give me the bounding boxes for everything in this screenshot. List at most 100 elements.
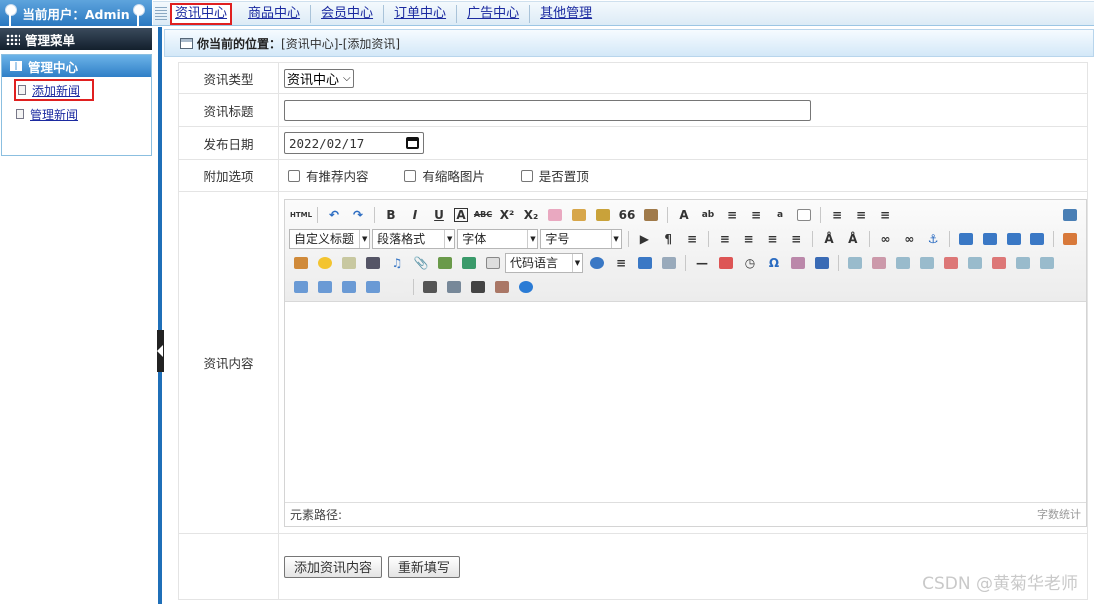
undo-icon[interactable]: ↶ (325, 206, 343, 224)
code-language-combo[interactable]: 代码语言 ▼ (505, 252, 583, 273)
scrawl-icon[interactable] (340, 254, 358, 272)
merge-down-icon[interactable] (292, 278, 310, 296)
delete-column-icon[interactable] (990, 254, 1008, 272)
nav-goods-center[interactable]: 商品中心 (238, 4, 312, 23)
image-none-icon[interactable] (957, 230, 975, 248)
calendar-icon[interactable] (406, 137, 419, 149)
split-rows-icon[interactable] (340, 278, 358, 296)
html-source-icon[interactable]: HTML (290, 206, 312, 224)
font-border-icon[interactable]: A (454, 207, 468, 222)
nav-news-center[interactable]: 资讯中心 (170, 2, 233, 25)
sidebar-item-label[interactable]: 添加新闻 (32, 82, 80, 99)
frame-icon[interactable] (484, 254, 502, 272)
clear-document-icon[interactable] (795, 206, 813, 224)
date-icon[interactable] (717, 254, 735, 272)
insert-row-icon[interactable] (918, 254, 936, 272)
strikethrough-icon[interactable]: ABC (474, 206, 492, 224)
align-left-icon[interactable]: ≡ (716, 230, 734, 248)
split-columns-icon[interactable] (364, 278, 382, 296)
date-input[interactable]: 2022/02/17 (284, 132, 424, 154)
blockquote-icon[interactable]: 66 (618, 206, 636, 224)
background-icon[interactable] (636, 254, 654, 272)
unordered-list-icon[interactable]: ≡ (747, 206, 765, 224)
font-color-icon[interactable]: A (675, 206, 693, 224)
background-color-icon[interactable]: ab (699, 206, 717, 224)
subscript-icon[interactable]: X₂ (522, 206, 540, 224)
image-center-icon[interactable] (1028, 230, 1046, 248)
underline-icon[interactable]: U (430, 206, 448, 224)
web-icon[interactable] (588, 254, 606, 272)
insert-table-icon[interactable] (846, 254, 864, 272)
nav-other-management[interactable]: 其他管理 (530, 5, 602, 23)
uppercase-icon[interactable]: Å (820, 230, 838, 248)
collapse-arrow-icon[interactable] (157, 330, 164, 372)
insert-column-icon[interactable] (966, 254, 984, 272)
help-icon[interactable] (517, 278, 535, 296)
link-icon[interactable]: ∞ (877, 230, 895, 248)
nav-ad-center[interactable]: 广告中心 (457, 4, 531, 23)
sidebar-item-add-news[interactable]: 添加新闻 (14, 79, 94, 101)
paragraph-format-combo[interactable]: 段落格式 ▼ (372, 228, 456, 249)
paragraph-spacing-bottom-icon[interactable]: ≡ (852, 206, 870, 224)
image-left-icon[interactable] (981, 230, 999, 248)
title-input[interactable] (284, 99, 811, 121)
time-icon[interactable]: ◷ (741, 254, 759, 272)
paragraph-spacing-top-icon[interactable]: ≡ (828, 206, 846, 224)
ltr-icon[interactable]: ▶ (636, 230, 654, 248)
split-cells-icon[interactable] (316, 278, 334, 296)
font-family-combo[interactable]: 字体 ▼ (457, 228, 539, 249)
sidebar-item-label[interactable]: 管理新闻 (30, 106, 78, 123)
chart-icon[interactable] (388, 278, 406, 296)
snapscreen-icon[interactable] (789, 254, 807, 272)
option-pin-top[interactable]: 是否置顶 (517, 166, 589, 185)
ordered-list-icon[interactable]: ≡ (723, 206, 741, 224)
redo-icon[interactable]: ↷ (349, 206, 367, 224)
sidebar-item-manage-news[interactable]: 管理新闻 (2, 104, 151, 124)
fullscreen-icon[interactable] (1061, 206, 1079, 224)
word-image-icon[interactable] (813, 254, 831, 272)
checkbox[interactable] (404, 169, 417, 182)
music-icon[interactable]: ♫ (388, 254, 406, 272)
insert-paragraph-before-table-icon[interactable] (894, 254, 912, 272)
nav-member-center[interactable]: 会员中心 (311, 4, 385, 23)
select-all-icon[interactable]: a (771, 206, 789, 224)
nav-order-center[interactable]: 订单中心 (384, 4, 458, 23)
preview-icon[interactable] (445, 278, 463, 296)
merge-cells-icon[interactable] (1014, 254, 1032, 272)
print-icon[interactable] (421, 278, 439, 296)
search-replace-icon[interactable] (469, 278, 487, 296)
video-icon[interactable] (364, 254, 382, 272)
page-break-icon[interactable]: ≡ (612, 254, 630, 272)
align-right-icon[interactable]: ≡ (763, 230, 781, 248)
superscript-icon[interactable]: X² (498, 206, 516, 224)
eraser-icon[interactable] (546, 206, 564, 224)
section-header[interactable]: 管理中心 (2, 55, 151, 77)
insert-image-icon[interactable] (1061, 230, 1079, 248)
template-icon[interactable] (660, 254, 678, 272)
horizontal-rule-icon[interactable]: — (693, 254, 711, 272)
format-brush-icon[interactable] (570, 206, 588, 224)
option-recommended[interactable]: 有推荐内容 (284, 166, 369, 185)
delete-row-icon[interactable] (942, 254, 960, 272)
checkbox[interactable] (288, 169, 300, 182)
custom-title-combo[interactable]: 自定义标题 ▼ (289, 228, 371, 249)
unlink-icon[interactable]: ∞ (900, 230, 918, 248)
merge-right-icon[interactable] (1038, 254, 1056, 272)
lowercase-icon[interactable]: Å (844, 230, 862, 248)
checkbox[interactable] (520, 169, 533, 182)
drafts-icon[interactable] (493, 278, 511, 296)
paste-plain-icon[interactable] (642, 206, 660, 224)
auto-format-icon[interactable] (594, 206, 612, 224)
special-char-icon[interactable]: Ω (765, 254, 783, 272)
delete-table-icon[interactable] (870, 254, 888, 272)
reset-button[interactable]: 重新填写 (387, 555, 460, 578)
multi-image-icon[interactable] (292, 254, 310, 272)
type-select[interactable]: 资讯中心 ⌵ (284, 68, 354, 88)
submit-button[interactable]: 添加资讯内容 (284, 555, 383, 578)
bold-icon[interactable]: B (382, 206, 400, 224)
rtl-icon[interactable]: ¶ (659, 230, 677, 248)
line-height-icon[interactable]: ≡ (876, 206, 894, 224)
indent-icon[interactable]: ≡ (683, 230, 701, 248)
align-center-icon[interactable]: ≡ (740, 230, 758, 248)
panel-splitter[interactable] (158, 27, 162, 604)
